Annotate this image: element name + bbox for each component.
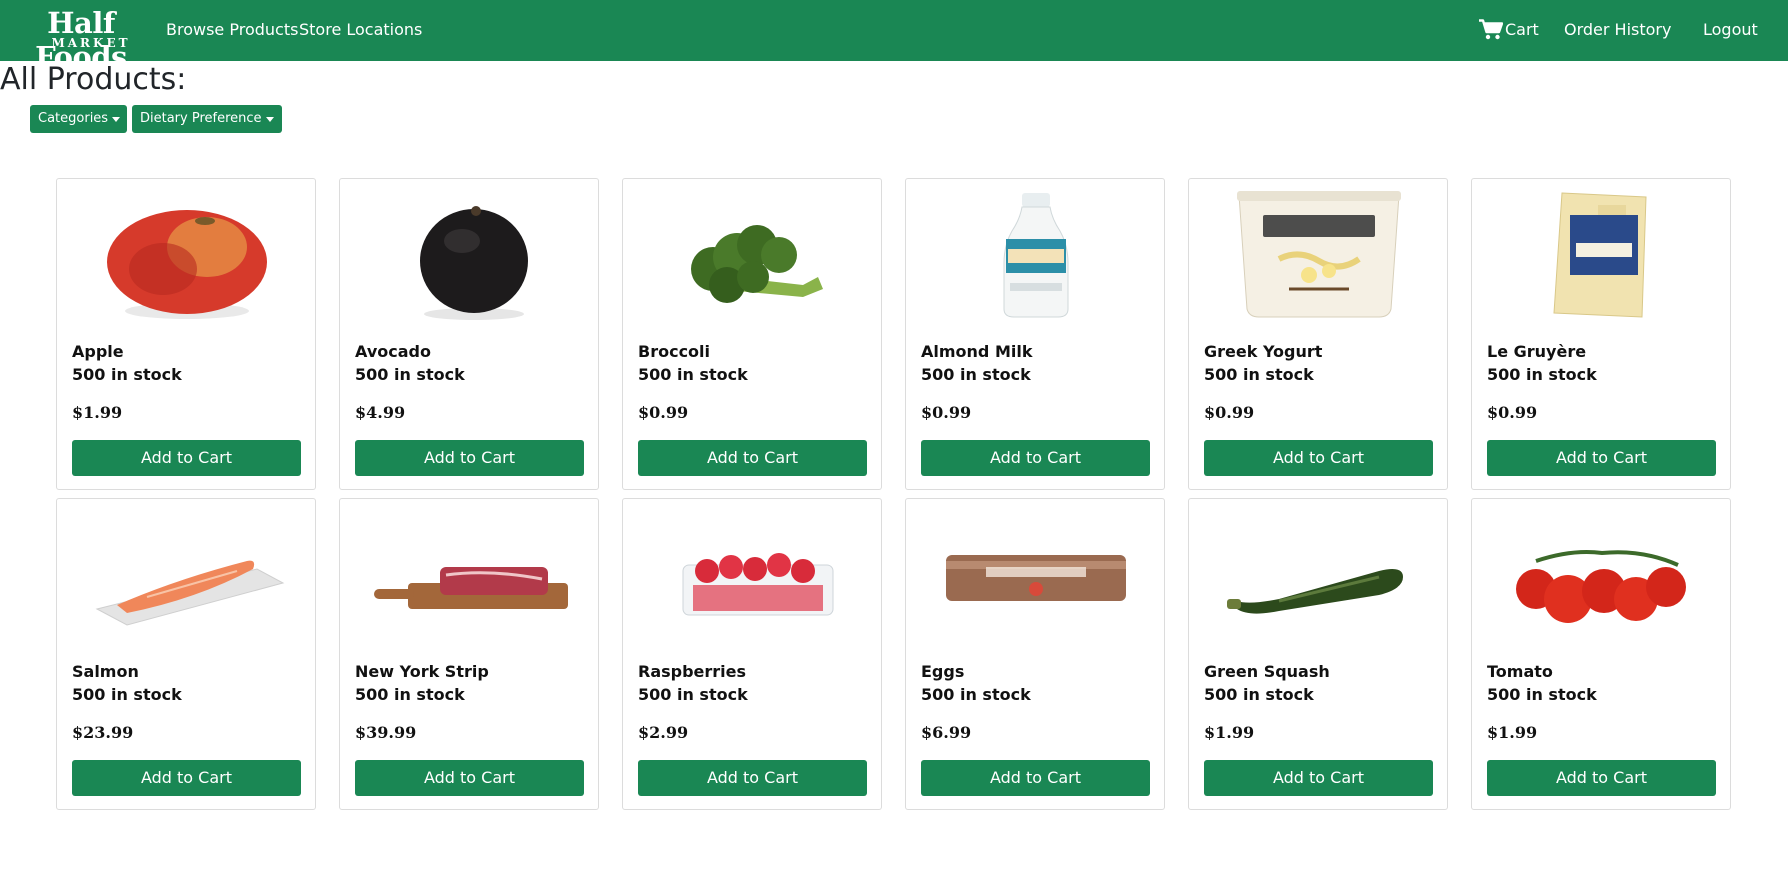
product-price: $4.99: [355, 403, 406, 422]
product-price: $39.99: [355, 723, 417, 742]
product-stock: 500 in stock: [72, 365, 182, 384]
product-name: Le Gruyère: [1487, 342, 1587, 361]
product-price: $1.99: [1204, 723, 1255, 742]
green-squash-image: [1227, 569, 1403, 614]
steak-image: [374, 567, 568, 609]
add-to-cart-button[interactable]: Add to Cart: [1204, 440, 1433, 476]
product-name: Greek Yogurt: [1204, 342, 1323, 361]
categories-label: Categories: [38, 111, 109, 126]
product-card: Eggs 500 in stock $6.99 Add to Cart: [905, 498, 1165, 810]
product-name: Almond Milk: [921, 342, 1033, 361]
product-card: Broccoli 500 in stock $0.99 Add to Cart: [622, 178, 882, 490]
product-stock: 500 in stock: [72, 685, 182, 704]
product-price: $6.99: [921, 723, 972, 742]
nav-cart-label: Cart: [1505, 20, 1539, 39]
nav-logout[interactable]: Logout: [1703, 19, 1758, 41]
add-to-cart-button[interactable]: Add to Cart: [355, 440, 584, 476]
almond-milk-image: [1003, 193, 1069, 318]
greek-yogurt-image: [1237, 191, 1401, 318]
product-card: Raspberries 500 in stock $2.99 Add to Ca…: [622, 498, 882, 810]
eggs-image: [946, 555, 1126, 601]
broccoli-image: [691, 225, 823, 303]
add-to-cart-button[interactable]: Add to Cart: [1204, 760, 1433, 796]
nav-browse-products[interactable]: Browse Products: [166, 19, 298, 41]
product-price: $0.99: [1487, 403, 1538, 422]
add-to-cart-button[interactable]: Add to Cart: [1487, 440, 1716, 476]
product-card: Almond Milk 500 in stock $0.99 Add to Ca…: [905, 178, 1165, 490]
add-to-cart-button[interactable]: Add to Cart: [638, 440, 867, 476]
product-card: Greek Yogurt 500 in stock $0.99 Add to C…: [1188, 178, 1448, 490]
apple-image: [107, 210, 267, 319]
cart-icon: [1479, 19, 1503, 40]
add-to-cart-button[interactable]: Add to Cart: [72, 760, 301, 796]
product-stock: 500 in stock: [1487, 365, 1597, 384]
product-stock: 500 in stock: [1204, 685, 1314, 704]
product-card: Green Squash 500 in stock $1.99 Add to C…: [1188, 498, 1448, 810]
raspberries-image: [682, 553, 834, 616]
product-price: $1.99: [72, 403, 123, 422]
gruyere-image: [1553, 192, 1647, 318]
chevron-down-icon: [266, 117, 274, 122]
brand-logo[interactable]: Half Foods MARKET: [10, 6, 152, 74]
product-name: Green Squash: [1204, 662, 1330, 681]
product-name: Raspberries: [638, 662, 747, 681]
product-stock: 500 in stock: [921, 365, 1031, 384]
nav-order-history[interactable]: Order History: [1564, 19, 1671, 41]
tomato-image: [1516, 550, 1686, 623]
product-price: $2.99: [638, 723, 689, 742]
add-to-cart-button[interactable]: Add to Cart: [638, 760, 867, 796]
product-name: Salmon: [72, 662, 139, 681]
add-to-cart-button[interactable]: Add to Cart: [355, 760, 584, 796]
product-stock: 500 in stock: [355, 365, 465, 384]
product-card: Salmon 500 in stock $23.99 Add to Cart: [56, 498, 316, 810]
product-name: Apple: [72, 342, 124, 361]
product-card: Avocado 500 in stock $4.99 Add to Cart: [339, 178, 599, 490]
product-price: $0.99: [921, 403, 972, 422]
salmon-image: [95, 560, 285, 626]
product-price: $23.99: [72, 723, 134, 742]
page-title: All Products:: [0, 62, 187, 97]
product-name: Eggs: [921, 662, 965, 681]
product-stock: 500 in stock: [638, 685, 748, 704]
product-card: Tomato 500 in stock $1.99 Add to Cart: [1471, 498, 1731, 810]
product-price: $1.99: [1487, 723, 1538, 742]
product-stock: 500 in stock: [1204, 365, 1314, 384]
product-name: New York Strip: [355, 662, 489, 681]
product-stock: 500 in stock: [638, 365, 748, 384]
product-name: Tomato: [1487, 662, 1553, 681]
product-price: $0.99: [1204, 403, 1255, 422]
product-stock: 500 in stock: [1487, 685, 1597, 704]
add-to-cart-button[interactable]: Add to Cart: [921, 440, 1150, 476]
product-card: New York Strip 500 in stock $39.99 Add t…: [339, 498, 599, 810]
product-stock: 500 in stock: [355, 685, 465, 704]
product-card: Le Gruyère 500 in stock $0.99 Add to Car…: [1471, 178, 1731, 490]
product-name: Broccoli: [638, 342, 711, 361]
chevron-down-icon: [112, 117, 120, 122]
product-price: $0.99: [638, 403, 689, 422]
add-to-cart-button[interactable]: Add to Cart: [921, 760, 1150, 796]
dietary-preference-label: Dietary Preference: [140, 111, 262, 126]
product-stock: 500 in stock: [921, 685, 1031, 704]
brand-subtitle: MARKET: [51, 36, 131, 50]
nav-store-locations[interactable]: Store Locations: [299, 19, 422, 41]
dietary-preference-dropdown[interactable]: Dietary Preference: [132, 105, 282, 133]
add-to-cart-button[interactable]: Add to Cart: [72, 440, 301, 476]
product-card: Apple 500 in stock $1.99 Add to Cart: [56, 178, 316, 490]
categories-dropdown[interactable]: Categories: [30, 105, 127, 133]
product-name: Avocado: [355, 342, 431, 361]
add-to-cart-button[interactable]: Add to Cart: [1487, 760, 1716, 796]
top-navbar: Half Foods MARKET Browse Products Store …: [0, 0, 1788, 74]
avocado-image: [420, 206, 528, 320]
